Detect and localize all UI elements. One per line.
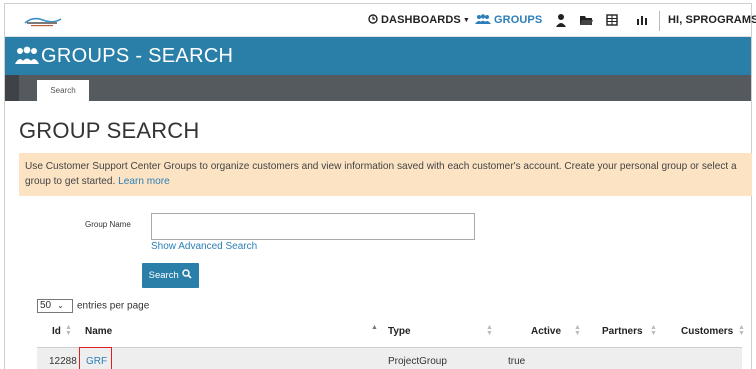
nav-divider bbox=[659, 11, 660, 31]
table-icon[interactable] bbox=[605, 13, 619, 27]
row-id: 12288 bbox=[49, 356, 77, 367]
group-name-label: Group Name bbox=[85, 220, 131, 229]
user-label: HI, SPROGRAMS bbox=[668, 14, 756, 26]
bar-chart-icon[interactable] bbox=[635, 13, 649, 27]
show-advanced-search-link[interactable]: Show Advanced Search bbox=[151, 241, 257, 252]
groups-menu[interactable]: GROUPS bbox=[475, 14, 542, 26]
page-header: GROUPS - SEARCH bbox=[5, 37, 751, 75]
row-type: ProjectGroup bbox=[388, 356, 447, 367]
column-header-partners[interactable]: Partners bbox=[602, 326, 643, 337]
chevron-down-icon: ▼ bbox=[462, 17, 470, 24]
info-banner: Use Customer Support Center Groups to or… bbox=[19, 153, 752, 196]
entries-per-page: 50 ⌄ entries per page bbox=[37, 299, 149, 313]
chevron-down-icon: ⌄ bbox=[57, 301, 64, 310]
group-name-input[interactable] bbox=[151, 213, 475, 240]
person-icon[interactable] bbox=[554, 13, 568, 27]
learn-more-link[interactable]: Learn more bbox=[118, 176, 170, 187]
search-icon bbox=[182, 269, 192, 279]
groups-icon bbox=[475, 14, 491, 24]
dashboards-label: DASHBOARDS bbox=[381, 14, 461, 26]
group-name-link[interactable]: GRF bbox=[86, 356, 107, 367]
column-header-type[interactable]: Type bbox=[388, 326, 411, 337]
column-header-id[interactable]: Id bbox=[52, 326, 61, 337]
header-title: GROUPS - SEARCH bbox=[41, 45, 234, 67]
groups-label: GROUPS bbox=[494, 14, 543, 26]
column-header-active[interactable]: Active bbox=[531, 326, 561, 337]
sort-icon: ▲ ▼ bbox=[738, 324, 745, 337]
sort-icon: ▲ ▼ bbox=[486, 324, 493, 337]
sort-asc-icon: ▲ bbox=[371, 324, 378, 331]
tab-bar-edge bbox=[5, 75, 19, 101]
folder-icon[interactable] bbox=[579, 13, 593, 27]
dashboards-menu[interactable]: DASHBOARDS ▼ bbox=[368, 14, 470, 26]
app-logo[interactable] bbox=[23, 14, 63, 30]
tab-search[interactable]: Search bbox=[37, 80, 89, 101]
clock-icon bbox=[368, 14, 378, 24]
tab-bar: Search bbox=[5, 75, 751, 101]
top-nav: DASHBOARDS▼ GROUPS HI, SPROGRAMS▼ bbox=[5, 4, 756, 37]
column-header-name[interactable]: Name bbox=[85, 326, 112, 337]
sort-icon: ▲ ▼ bbox=[650, 324, 657, 337]
app-window: DASHBOARDS▼ GROUPS HI, SPROGRAMS▼ bbox=[4, 3, 756, 369]
groups-icon bbox=[15, 46, 39, 64]
page-title: GROUP SEARCH bbox=[19, 118, 200, 143]
page-size-select[interactable]: 50 ⌄ bbox=[37, 299, 73, 313]
entries-label: entries per page bbox=[77, 300, 150, 312]
sort-icon: ▲ ▼ bbox=[65, 324, 72, 337]
column-header-customers[interactable]: Customers bbox=[681, 326, 733, 337]
page-size-value: 50 bbox=[40, 300, 52, 311]
search-button-label: Search bbox=[148, 270, 179, 281]
sort-icon: ▲ ▼ bbox=[574, 324, 581, 337]
user-menu[interactable]: HI, SPROGRAMS▼ bbox=[668, 14, 756, 26]
search-button[interactable]: Search bbox=[142, 263, 199, 288]
row-active: true bbox=[508, 356, 526, 367]
